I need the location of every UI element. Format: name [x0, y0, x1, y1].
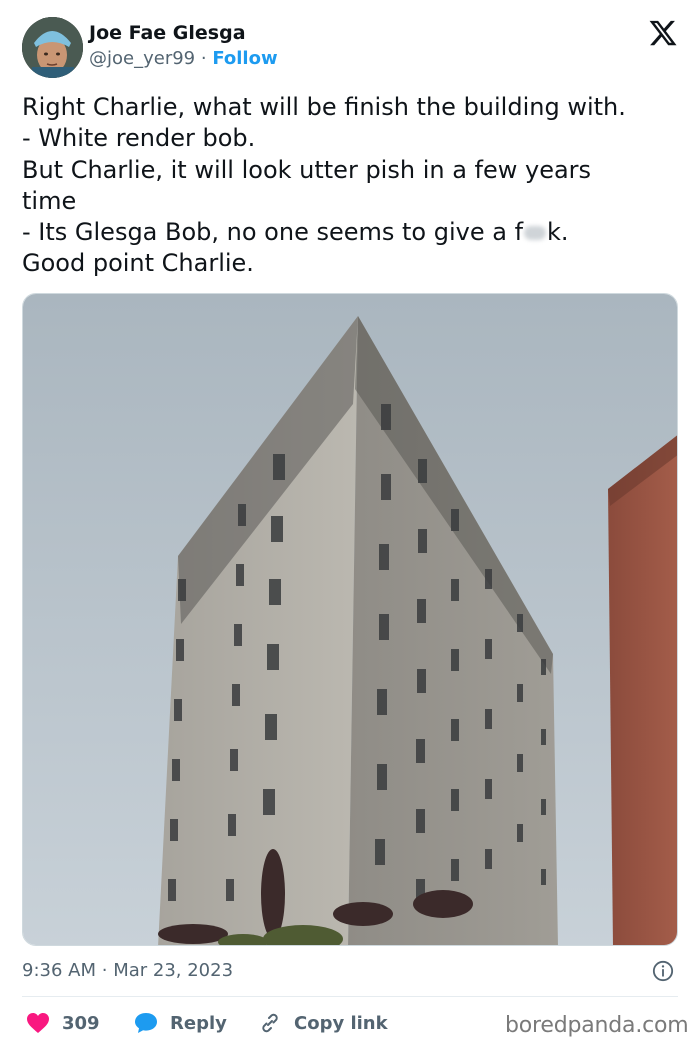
tweet-line-censored: - Its Glesga Bob, no one seems to give a…: [22, 217, 682, 248]
like-button[interactable]: 309: [26, 1010, 100, 1036]
timestamp-separator: ·: [101, 960, 108, 981]
link-icon: [262, 1013, 278, 1033]
tweet-date: Mar 23, 2023: [113, 960, 234, 981]
copy-link-label: Copy link: [294, 1012, 388, 1034]
reply-label: Reply: [170, 1012, 227, 1034]
tweet-photo[interactable]: [22, 293, 678, 946]
avatar[interactable]: [22, 17, 83, 78]
follow-button[interactable]: Follow: [212, 48, 277, 69]
copy-link-button[interactable]: Copy link: [258, 1010, 388, 1036]
censor-blur: [524, 226, 547, 241]
tweet-time: 9:36 AM: [22, 960, 96, 981]
author-handle[interactable]: @joe_yer99: [89, 48, 195, 69]
reply-bubble-icon: [135, 1013, 157, 1033]
handle-separator: ·: [200, 48, 207, 69]
reply-button[interactable]: Reply: [134, 1010, 227, 1036]
tweet-line: But Charlie, it will look utter pish in …: [22, 155, 592, 184]
tweet-card: Joe Fae Glesga @joe_yer99 · Follow Right…: [0, 0, 700, 1050]
watermark: boredpanda.com: [505, 1013, 689, 1038]
heart-icon: [27, 1013, 49, 1033]
divider: [22, 996, 678, 997]
tweet-line-part: k.: [547, 218, 569, 247]
tweet-line: time: [22, 186, 77, 215]
x-logo-icon[interactable]: [648, 18, 678, 48]
tweet-line: Right Charlie, what will be finish the b…: [22, 93, 626, 121]
like-count: 309: [62, 1012, 100, 1034]
tweet-line: - White render bob.: [22, 124, 256, 153]
tweet-text: Right Charlie, what will be finish the b…: [22, 92, 682, 280]
author-handle-row: @joe_yer99 · Follow: [89, 48, 278, 69]
info-circle-icon[interactable]: [652, 960, 674, 982]
author-display-name[interactable]: Joe Fae Glesga: [89, 22, 246, 44]
tweet-timestamp[interactable]: 9:36 AM · Mar 23, 2023: [22, 960, 233, 981]
tweet-line-part: - Its Glesga Bob, no one seems to give a…: [22, 218, 524, 247]
tweet-line: Good point Charlie.: [22, 249, 254, 278]
